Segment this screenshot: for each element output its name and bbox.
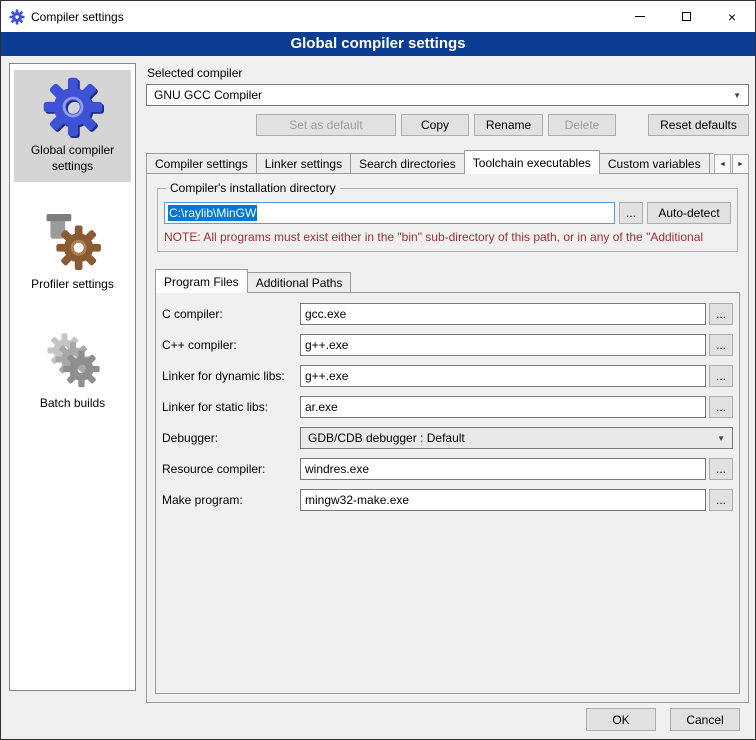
close-icon: ×	[728, 10, 736, 24]
browse-directory-button[interactable]: ...	[619, 202, 643, 224]
sidebar-item-label: Global compiler settings	[16, 143, 129, 174]
c-compiler-row: C compiler: ...	[162, 303, 733, 325]
installation-directory-group-title: Compiler's installation directory	[166, 181, 340, 195]
reset-defaults-button[interactable]: Reset defaults	[648, 114, 749, 136]
static-linker-input[interactable]	[300, 396, 706, 418]
blue-gear-icon	[42, 76, 104, 138]
program-files-panel: C compiler: ... C++ compiler: ... Linker…	[155, 292, 740, 694]
profiler-icon	[42, 210, 104, 272]
cpp-compiler-label: C++ compiler:	[162, 338, 300, 352]
tab-toolchain-executables[interactable]: Toolchain executables	[464, 150, 600, 174]
tab-linker-settings[interactable]: Linker settings	[256, 153, 351, 174]
resource-compiler-label: Resource compiler:	[162, 462, 300, 476]
app-icon	[9, 9, 25, 25]
toolchain-executables-panel: Compiler's installation directory C:\ray…	[146, 173, 749, 703]
settings-category-list: Global compiler settings Profiler settin…	[9, 63, 136, 691]
cancel-button[interactable]: Cancel	[670, 708, 740, 731]
settings-tabbar: Compiler settings Linker settings Search…	[146, 150, 749, 174]
window-title: Compiler settings	[31, 10, 124, 24]
tabs-strip: Compiler settings Linker settings Search…	[146, 150, 713, 174]
chevron-down-icon: ▼	[733, 91, 741, 100]
make-program-input[interactable]	[300, 489, 706, 511]
close-button[interactable]: ×	[709, 1, 755, 32]
cpp-compiler-input[interactable]	[300, 334, 706, 356]
compiler-actions: Set as default Copy Rename Delete Reset …	[146, 114, 749, 136]
browse-static-linker-button[interactable]: ...	[709, 396, 733, 418]
minimize-icon	[635, 16, 645, 17]
browse-c-compiler-button[interactable]: ...	[709, 303, 733, 325]
dynamic-linker-row: Linker for dynamic libs: ...	[162, 365, 733, 387]
selected-compiler-value: GNU GCC Compiler	[154, 88, 262, 102]
page-title: Global compiler settings	[1, 32, 755, 56]
sidebar-item-global-compiler-settings[interactable]: Global compiler settings	[14, 70, 131, 182]
titlebar[interactable]: Compiler settings ×	[1, 1, 755, 32]
sidebar-item-batch-builds[interactable]: Batch builds	[14, 323, 131, 420]
dialog-footer: OK Cancel	[586, 708, 740, 731]
resource-compiler-input[interactable]	[300, 458, 706, 480]
chevron-down-icon: ▼	[717, 434, 725, 443]
maximize-button[interactable]	[663, 1, 709, 32]
resource-compiler-row: Resource compiler: ...	[162, 458, 733, 480]
browse-resource-compiler-button[interactable]: ...	[709, 458, 733, 480]
cpp-compiler-row: C++ compiler: ...	[162, 334, 733, 356]
batch-builds-icon	[42, 329, 104, 391]
sidebar-item-label: Batch builds	[16, 396, 129, 412]
c-compiler-label: C compiler:	[162, 307, 300, 321]
tab-custom-variables[interactable]: Custom variables	[599, 153, 710, 174]
selected-compiler-label: Selected compiler	[147, 66, 749, 80]
installation-directory-row: C:\raylib\MinGW ... Auto-detect	[164, 202, 731, 224]
make-program-row: Make program: ...	[162, 489, 733, 511]
delete-button: Delete	[548, 114, 616, 136]
static-linker-label: Linker for static libs:	[162, 400, 300, 414]
selected-compiler-select[interactable]: GNU GCC Compiler ▼	[146, 84, 749, 106]
sidebar-item-label: Profiler settings	[16, 277, 129, 293]
browse-dynamic-linker-button[interactable]: ...	[709, 365, 733, 387]
browse-make-program-button[interactable]: ...	[709, 489, 733, 511]
toolchain-subtabbar: Program Files Additional Paths	[155, 269, 740, 293]
tab-build-options[interactable]: Buil	[709, 153, 713, 174]
set-as-default-button: Set as default	[256, 114, 396, 136]
bin-subdirectory-note: NOTE: All programs must exist either in …	[164, 230, 731, 244]
installation-directory-input[interactable]: C:\raylib\MinGW	[164, 202, 615, 224]
subtab-additional-paths[interactable]: Additional Paths	[247, 272, 352, 293]
copy-button[interactable]: Copy	[401, 114, 469, 136]
make-program-label: Make program:	[162, 493, 300, 507]
sidebar-item-profiler-settings[interactable]: Profiler settings	[14, 204, 131, 301]
tab-scroll-left-button[interactable]: ◄	[714, 154, 731, 174]
debugger-select[interactable]: GDB/CDB debugger : Default ▼	[300, 427, 733, 449]
tab-scroll-right-button[interactable]: ►	[732, 154, 749, 174]
installation-directory-group: Compiler's installation directory C:\ray…	[157, 188, 738, 252]
dynamic-linker-input[interactable]	[300, 365, 706, 387]
compiler-settings-dialog: Compiler settings × Global compiler sett…	[0, 0, 756, 740]
static-linker-row: Linker for static libs: ...	[162, 396, 733, 418]
tab-compiler-settings[interactable]: Compiler settings	[146, 153, 257, 174]
rename-button[interactable]: Rename	[474, 114, 543, 136]
window-controls: ×	[617, 1, 755, 32]
ok-button[interactable]: OK	[586, 708, 656, 731]
minimize-button[interactable]	[617, 1, 663, 32]
subtab-program-files[interactable]: Program Files	[155, 269, 248, 293]
auto-detect-button[interactable]: Auto-detect	[647, 202, 731, 224]
browse-cpp-compiler-button[interactable]: ...	[709, 334, 733, 356]
tab-search-directories[interactable]: Search directories	[350, 153, 465, 174]
debugger-value: GDB/CDB debugger : Default	[308, 431, 465, 445]
dynamic-linker-label: Linker for dynamic libs:	[162, 369, 300, 383]
installation-directory-selected-text: C:\raylib\MinGW	[168, 205, 257, 221]
maximize-icon	[682, 12, 691, 21]
main-panel: Selected compiler GNU GCC Compiler ▼ Set…	[146, 63, 749, 703]
c-compiler-input[interactable]	[300, 303, 706, 325]
debugger-label: Debugger:	[162, 431, 300, 445]
debugger-row: Debugger: GDB/CDB debugger : Default ▼	[162, 427, 733, 449]
